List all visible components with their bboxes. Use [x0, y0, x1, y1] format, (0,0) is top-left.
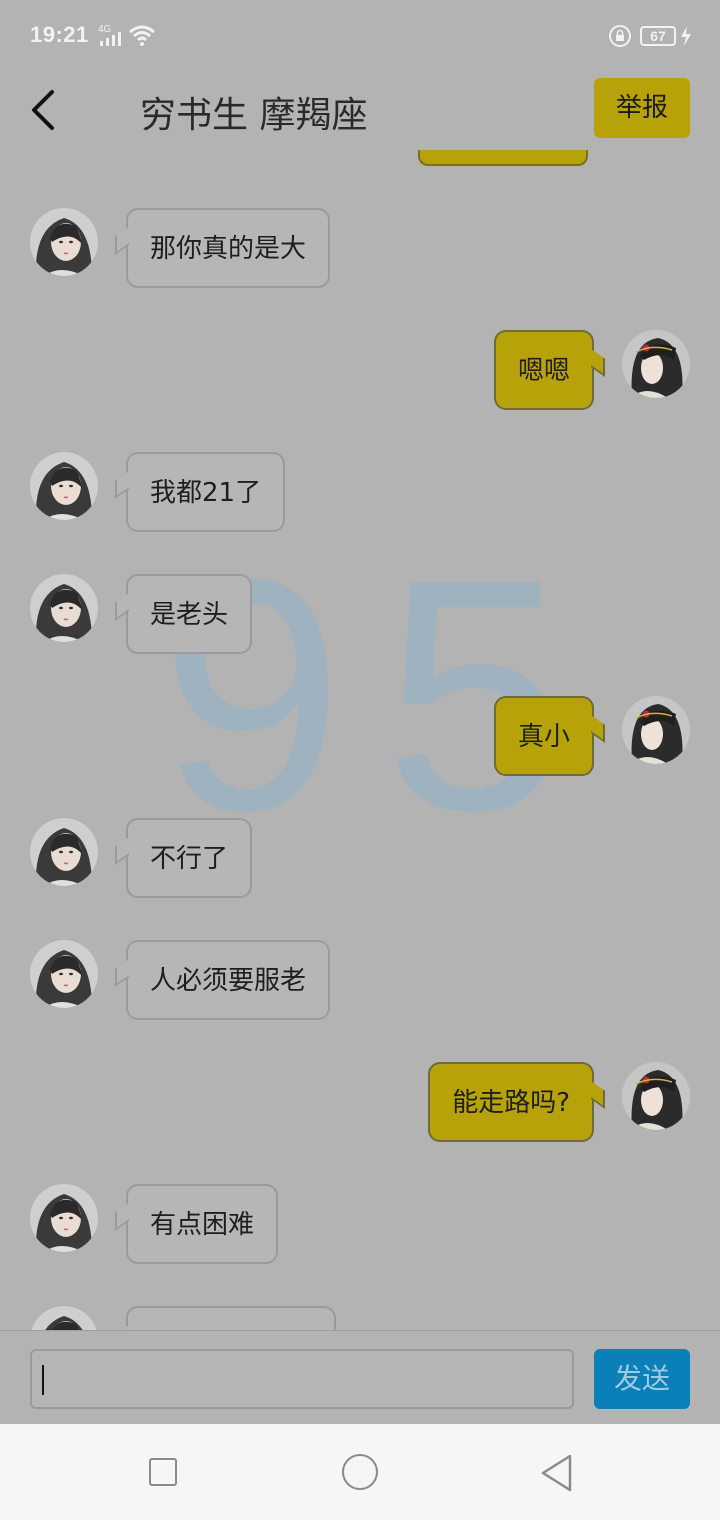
message-bubble[interactable]: 我都21了: [126, 452, 286, 532]
message-row: 不行了: [0, 818, 720, 908]
message-row: 能走路吗?: [0, 1062, 720, 1152]
message-bubble[interactable]: 有点困难: [126, 1184, 279, 1264]
message-bubble[interactable]: 能走路吗?: [428, 1062, 594, 1142]
chevron-left-icon[interactable]: [24, 88, 68, 132]
composer: 发送: [0, 1330, 720, 1425]
contact-avatar[interactable]: [30, 1184, 98, 1252]
message-row: 人必须要服老: [0, 940, 720, 1030]
message-row: 有点困难: [0, 1184, 720, 1274]
message-bubble[interactable]: 人必须要服老: [126, 940, 331, 1020]
clock: 19:21: [30, 22, 89, 47]
back-triangle-icon[interactable]: [540, 1454, 574, 1492]
message-bubble[interactable]: 那你真的是大: [126, 208, 331, 288]
battery-indicator: 67: [640, 26, 676, 46]
message-bubble[interactable]: [126, 1306, 336, 1330]
signal-icon: [100, 32, 121, 46]
message-input[interactable]: [30, 1349, 574, 1409]
message-bubble[interactable]: 不行了: [126, 818, 253, 898]
my-avatar[interactable]: [622, 330, 690, 398]
wifi-icon: [129, 25, 155, 46]
contact-avatar[interactable]: [30, 208, 98, 276]
text-cursor: [42, 1365, 44, 1395]
message-row: 真小: [0, 696, 720, 786]
page-title: 穷书生 摩羯座: [140, 95, 368, 136]
message-row: 嗯嗯: [0, 330, 720, 420]
contact-avatar[interactable]: [30, 940, 98, 1008]
status-bar: 19:21 4G 67: [0, 0, 720, 72]
message-bubble[interactable]: 嗯嗯: [493, 330, 594, 410]
partial-message-bubble: [418, 150, 588, 166]
message-row: 是老头: [0, 574, 720, 664]
send-button[interactable]: 发送: [594, 1349, 690, 1409]
recents-square-icon[interactable]: [149, 1458, 177, 1486]
message-row: [0, 1306, 720, 1330]
message-bubble[interactable]: 真小: [493, 696, 594, 776]
system-nav-bar: [0, 1424, 720, 1520]
rotation-lock-icon: [609, 25, 631, 47]
contact-avatar[interactable]: [30, 574, 98, 642]
my-avatar[interactable]: [622, 696, 690, 764]
charging-icon: [681, 26, 691, 46]
message-row: 我都21了: [0, 452, 720, 542]
contact-avatar[interactable]: [30, 452, 98, 520]
my-avatar[interactable]: [622, 1062, 690, 1130]
chat-header: 穷书生 摩羯座 举报: [0, 72, 720, 152]
message-row: 那你真的是大: [0, 208, 720, 298]
contact-avatar[interactable]: [30, 1306, 98, 1330]
message-list[interactable]: 95 那你真的是大 嗯嗯 我都21了 是老头 真小 不行了 人必须要服老 能走路吗? 有点困难: [0, 150, 720, 1330]
report-button[interactable]: 举报: [594, 78, 690, 138]
home-circle-icon[interactable]: [342, 1454, 378, 1490]
contact-avatar[interactable]: [30, 818, 98, 886]
message-bubble[interactable]: 是老头: [126, 574, 253, 654]
